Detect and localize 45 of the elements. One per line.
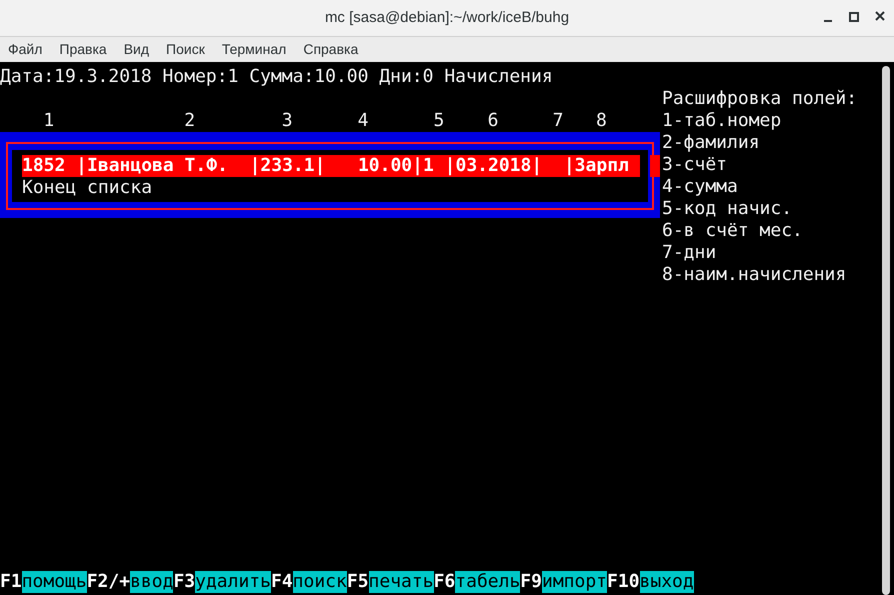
function-key-button[interactable]: помощь	[22, 571, 87, 593]
legend-line: 6-в счёт мес.	[662, 220, 804, 242]
column-number: 6	[488, 110, 498, 132]
column-number: 8	[596, 110, 607, 132]
key-label: F1	[0, 571, 22, 593]
status-line: Дата:19.3.2018 Номер:1 Сумма:10.00 Дни:0 Начисления	[0, 66, 553, 87]
legend-line: Расшифровка полей:	[662, 88, 858, 110]
legend-line: 8-наим.начисления	[662, 264, 848, 286]
key-label: F2/+	[86, 571, 130, 593]
menu-item[interactable]: Правка	[59, 39, 107, 60]
list-row[interactable]: 1852 |Іванцова Т.Ф. |233.1| 10.00|1 |03.2018| |Зарпл	[22, 155, 640, 177]
key-label: F5	[346, 571, 369, 593]
cursor-block	[650, 155, 660, 177]
legend-line: 7-дни	[662, 242, 718, 264]
window-title: mc [sasa@debian]:~/work/iceB/buhg	[324, 9, 570, 26]
function-key-button[interactable]: выход	[640, 571, 694, 593]
function-key-button[interactable]: удалить	[195, 571, 271, 593]
menu-item[interactable]: Терминал	[222, 39, 286, 60]
menu-item[interactable]: Файл	[8, 39, 42, 60]
legend-line: 1-таб.номер	[662, 110, 782, 132]
function-key-button[interactable]: ввод	[130, 571, 174, 593]
list-row[interactable]: Конец списка	[22, 177, 648, 199]
key-label: F3	[173, 571, 196, 593]
function-key-button[interactable]: импорт	[542, 571, 608, 593]
key-label: F10	[607, 571, 640, 593]
column-number: 3	[282, 110, 293, 132]
key-label: F9	[520, 571, 542, 593]
legend-line: 4-сумма	[662, 176, 739, 198]
column-number: 1	[43, 110, 54, 132]
key-label: F4	[270, 571, 293, 593]
legend-line: 5-код начис.	[662, 198, 794, 220]
function-key-button[interactable]: табель	[455, 571, 520, 593]
function-key-button[interactable]: печать	[368, 571, 434, 593]
menu-item[interactable]: Справка	[303, 39, 358, 60]
column-number: 2	[184, 110, 196, 132]
column-number: 7	[552, 110, 564, 132]
menu-item[interactable]: Поиск	[166, 39, 205, 60]
function-key-button[interactable]: поиск	[292, 571, 347, 593]
column-number: 4	[358, 110, 368, 132]
maximize-icon[interactable]	[848, 9, 860, 25]
legend-line: 2-фамилия	[662, 132, 761, 154]
legend-line: 3-счёт	[662, 154, 728, 176]
menu-item[interactable]: Вид	[124, 39, 150, 60]
column-number: 5	[433, 110, 444, 132]
key-label: F6	[434, 571, 456, 593]
